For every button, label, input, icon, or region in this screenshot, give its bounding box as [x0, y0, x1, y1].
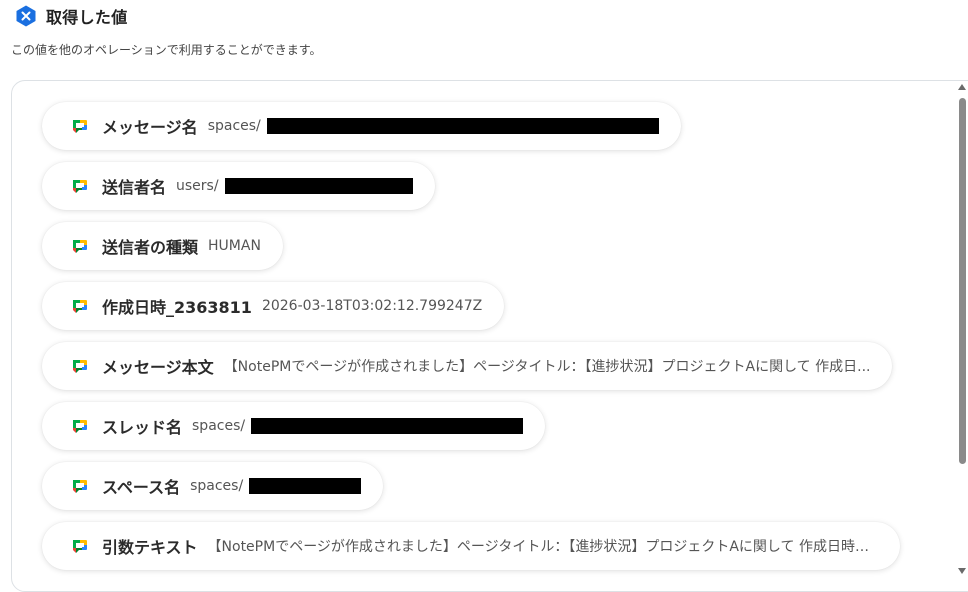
google-chat-icon: [73, 540, 87, 553]
field-value: 【NotePMでページが作成されました】ページタイトル：【進捗状況】プロジェクト…: [207, 539, 878, 555]
section-header: 取得した値: [14, 4, 128, 28]
x-hexagon-icon: [16, 5, 36, 27]
field-value: spaces/: [207, 118, 261, 134]
field-label: 作成日時_2363811: [102, 298, 252, 317]
redacted-block: [266, 118, 659, 134]
values-panel: メッセージ名 spaces/ 送信者名 users/ 送信者の種類 HUMAN: [11, 80, 968, 592]
google-chat-icon: [73, 180, 87, 193]
field-value: 【NotePMでページが作成されました】ページタイトル：【進捗状況】プロジェクト…: [223, 359, 871, 375]
field-message-name[interactable]: メッセージ名 spaces/: [42, 102, 681, 150]
google-chat-icon: [73, 480, 87, 493]
field-value: spaces/: [190, 478, 244, 494]
redacted-block: [224, 178, 413, 194]
field-label: 送信者名: [102, 178, 167, 197]
field-message-body[interactable]: メッセージ本文 【NotePMでページが作成されました】ページタイトル：【進捗状…: [42, 342, 893, 390]
field-value: users/: [176, 178, 219, 194]
page-subtitle: この値を他のオペレーションで利用することができます。: [11, 43, 322, 57]
google-chat-icon: [73, 240, 87, 253]
field-label: メッセージ名: [102, 118, 198, 137]
field-label: スレッド名: [102, 418, 183, 437]
scroll-up-arrow-icon[interactable]: [958, 84, 966, 90]
field-space-name[interactable]: スペース名 spaces/: [42, 462, 384, 510]
scroll-thumb[interactable]: [959, 98, 966, 464]
field-value: 2026-03-18T03:02:12.799247Z: [261, 298, 483, 314]
google-chat-icon: [73, 300, 87, 313]
field-argument-text[interactable]: 引数テキスト 【NotePMでページが作成されました】ページタイトル：【進捗状況…: [42, 522, 900, 570]
field-thread-name[interactable]: スレッド名 spaces/: [42, 402, 546, 450]
scroll-down-arrow-icon[interactable]: [958, 568, 966, 574]
google-chat-icon: [73, 360, 87, 373]
field-label: メッセージ本文: [102, 358, 214, 377]
google-chat-icon: [73, 120, 87, 133]
field-value: HUMAN: [208, 238, 261, 254]
page-title: 取得した値: [46, 8, 128, 27]
field-label: 引数テキスト: [102, 538, 198, 557]
redacted-block: [251, 418, 524, 434]
field-label: 送信者の種類: [102, 238, 199, 257]
field-created-at[interactable]: 作成日時_2363811 2026-03-18T03:02:12.799247Z: [42, 282, 505, 330]
google-chat-icon: [73, 420, 87, 433]
field-sender-type[interactable]: 送信者の種類 HUMAN: [42, 222, 283, 270]
field-sender-name[interactable]: 送信者名 users/: [42, 162, 435, 210]
scrollbar[interactable]: [956, 84, 968, 580]
field-value: spaces/: [192, 418, 246, 434]
field-label: スペース名: [102, 478, 181, 497]
redacted-block: [249, 478, 362, 494]
